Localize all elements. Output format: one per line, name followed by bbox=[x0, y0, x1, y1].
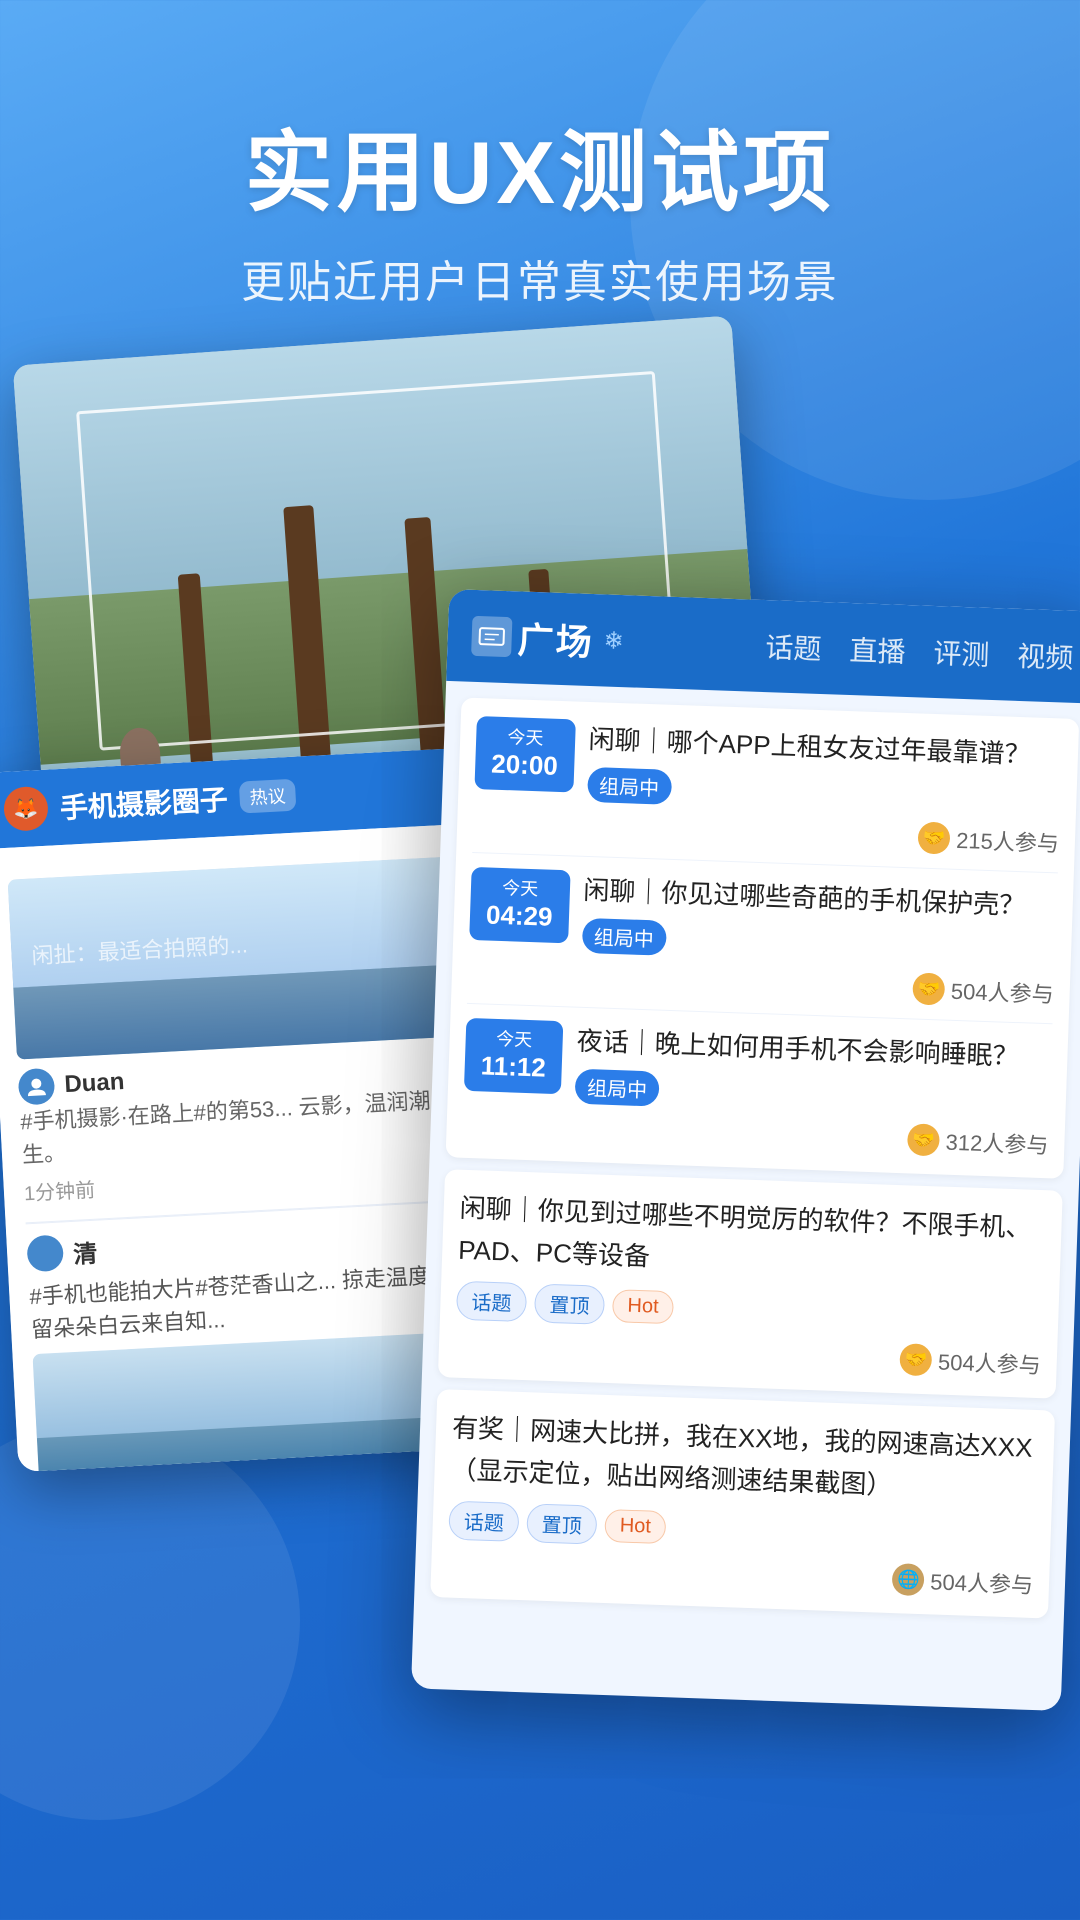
post-image: 闲扯：最适合拍照的... bbox=[8, 857, 457, 1060]
social-card-title: 手机摄影圈子 bbox=[59, 778, 229, 827]
header-section: 实用UX测试项 更贴近用户日常真实使用场景 bbox=[0, 0, 1080, 370]
topic-footer-1: 🤝 215人参与 bbox=[585, 810, 1059, 859]
second-post-username: 清 bbox=[72, 1233, 98, 1269]
snowflake-icon: ❄ bbox=[603, 626, 624, 656]
time-badge-1: 今天 20:00 bbox=[474, 716, 575, 792]
time-value-2: 04:29 bbox=[486, 899, 554, 932]
participant-text-3: 312人参与 bbox=[945, 1125, 1049, 1161]
time-badge-3: 今天 11:12 bbox=[464, 1018, 564, 1094]
status-badge-3: 组局中 bbox=[575, 1069, 660, 1107]
social-post-2: 清 #手机也能拍大片#苍茫香山之... 掠走温度余留朵朵白云来自知... bbox=[26, 1200, 480, 1472]
participant-icon-lt-1: 🤝 bbox=[900, 1343, 933, 1376]
sub-title: 更贴近用户日常真实使用场景 bbox=[0, 246, 1080, 310]
time-value-1: 20:00 bbox=[491, 748, 559, 781]
status-badge-1: 组局中 bbox=[587, 767, 672, 805]
forum-card: 广场 ❄ 话题 直播 评测 视频 今天 20:00 bbox=[411, 589, 1080, 1711]
participant-text-1: 215人参与 bbox=[956, 823, 1060, 859]
topic-content-2: 闲聊｜你见过哪些奇葩的手机保护壳？ 组局中 🤝 504人参与 bbox=[580, 871, 1057, 1009]
topic-content-3: 夜话｜晚上如何用手机不会影响睡眠？ 组局中 🤝 312人参与 bbox=[573, 1022, 1052, 1161]
status-badge-2: 组局中 bbox=[581, 918, 666, 956]
topic-row-2: 今天 04:29 闲聊｜你见过哪些奇葩的手机保护壳？ 组局中 🤝 504人参与 bbox=[467, 867, 1057, 1024]
post-user-avatar bbox=[18, 1068, 56, 1106]
participant-text-lt-1: 504人参与 bbox=[937, 1345, 1041, 1381]
participant-icon-3: 🤝 bbox=[907, 1123, 940, 1156]
forum-logo-icon bbox=[471, 616, 512, 657]
forum-nav-live[interactable]: 直播 bbox=[849, 629, 906, 671]
large-topic-card-1: 闲聊｜你见到过哪些不明觉厉的软件？不限手机、PAD、PC等设备 话题 置顶 Ho… bbox=[438, 1169, 1063, 1399]
topic-row-3: 今天 11:12 夜话｜晚上如何用手机不会影响睡眠？ 组局中 🤝 312人参与 bbox=[462, 1018, 1052, 1160]
large-topic-title-2: 有奖｜网速大比拼，我在XX地，我的网速高达XXX（显示定位，贴出网络测速结果截图… bbox=[450, 1408, 1039, 1512]
forum-nav-topic[interactable]: 话题 bbox=[765, 626, 822, 668]
participant-icon-lt-2: 🌐 bbox=[892, 1563, 925, 1596]
topic-title-1: 闲聊｜哪个APP上租女友过年最靠谱？ bbox=[588, 720, 1063, 776]
forum-nav-review[interactable]: 评测 bbox=[933, 632, 990, 674]
tag-hot-2[interactable]: Hot bbox=[604, 1509, 666, 1544]
second-post-image bbox=[32, 1331, 479, 1472]
participant-text-lt-2: 504人参与 bbox=[930, 1565, 1034, 1601]
time-badge-2: 今天 04:29 bbox=[469, 867, 570, 943]
large-topic-title-1: 闲聊｜你见到过哪些不明觉厉的软件？不限手机、PAD、PC等设备 bbox=[458, 1188, 1047, 1292]
forum-logo: 广场 ❄ bbox=[471, 610, 625, 667]
participant-icon-2: 🤝 bbox=[912, 972, 945, 1005]
large-topic-card-2: 有奖｜网速大比拼，我在XX地，我的网速高达XXX（显示定位，贴出网络测速结果截图… bbox=[430, 1389, 1055, 1619]
tag-topic-2[interactable]: 话题 bbox=[448, 1501, 519, 1542]
forum-nav: 话题 直播 评测 视频 bbox=[765, 626, 1074, 677]
grouped-topic-card: 今天 20:00 闲聊｜哪个APP上租女友过年最靠谱？ 组局中 🤝 215人参与 bbox=[446, 697, 1080, 1178]
tag-pin-1[interactable]: 置顶 bbox=[534, 1284, 605, 1325]
hot-badge: 热议 bbox=[239, 779, 297, 814]
second-post-avatar bbox=[26, 1234, 64, 1272]
forum-body: 今天 20:00 闲聊｜哪个APP上租女友过年最靠谱？ 组局中 🤝 215人参与 bbox=[414, 681, 1080, 1635]
tag-hot-1[interactable]: Hot bbox=[612, 1289, 674, 1324]
second-post-text: #手机也能拍大片#苍茫香山之... 掠走温度余留朵朵白云来自知... bbox=[29, 1257, 472, 1346]
topic-title-2: 闲聊｜你见过哪些奇葩的手机保护壳？ bbox=[583, 871, 1058, 927]
social-post-1: 闲扯：最适合拍照的... Duan #手机摄影·在路上#的第53... 云影，温… bbox=[7, 841, 465, 1224]
topic-title-3: 夜话｜晚上如何用手机不会影响睡眠？ bbox=[576, 1022, 1052, 1078]
main-title: 实用UX测试项 bbox=[0, 120, 1080, 226]
forum-logo-text: 广场 bbox=[517, 611, 595, 666]
time-label-2: 今天 bbox=[487, 877, 554, 901]
topic-footer-3: 🤝 312人参与 bbox=[573, 1112, 1049, 1161]
time-value-3: 11:12 bbox=[480, 1050, 546, 1083]
time-label-1: 今天 bbox=[492, 727, 559, 751]
cards-container: 🦊 手机摄影圈子 热议 闲扯：最适合拍照的... Duan #手机摄影·在路上#… bbox=[0, 340, 1080, 1920]
social-avatar: 🦊 bbox=[3, 786, 49, 832]
topic-footer-2: 🤝 504人参与 bbox=[580, 961, 1054, 1010]
tag-topic-1[interactable]: 话题 bbox=[456, 1281, 527, 1322]
time-label-3: 今天 bbox=[481, 1028, 547, 1052]
topic-content-1: 闲聊｜哪个APP上租女友过年最靠谱？ 组局中 🤝 215人参与 bbox=[585, 720, 1062, 858]
forum-nav-video[interactable]: 视频 bbox=[1017, 635, 1074, 677]
topic-row-1: 今天 20:00 闲聊｜哪个APP上租女友过年最靠谱？ 组局中 🤝 215人参与 bbox=[472, 716, 1062, 873]
tag-pin-2[interactable]: 置顶 bbox=[526, 1504, 597, 1545]
participant-icon-1: 🤝 bbox=[918, 822, 951, 855]
post-username: Duan bbox=[64, 1068, 125, 1099]
participant-text-2: 504人参与 bbox=[950, 974, 1054, 1010]
